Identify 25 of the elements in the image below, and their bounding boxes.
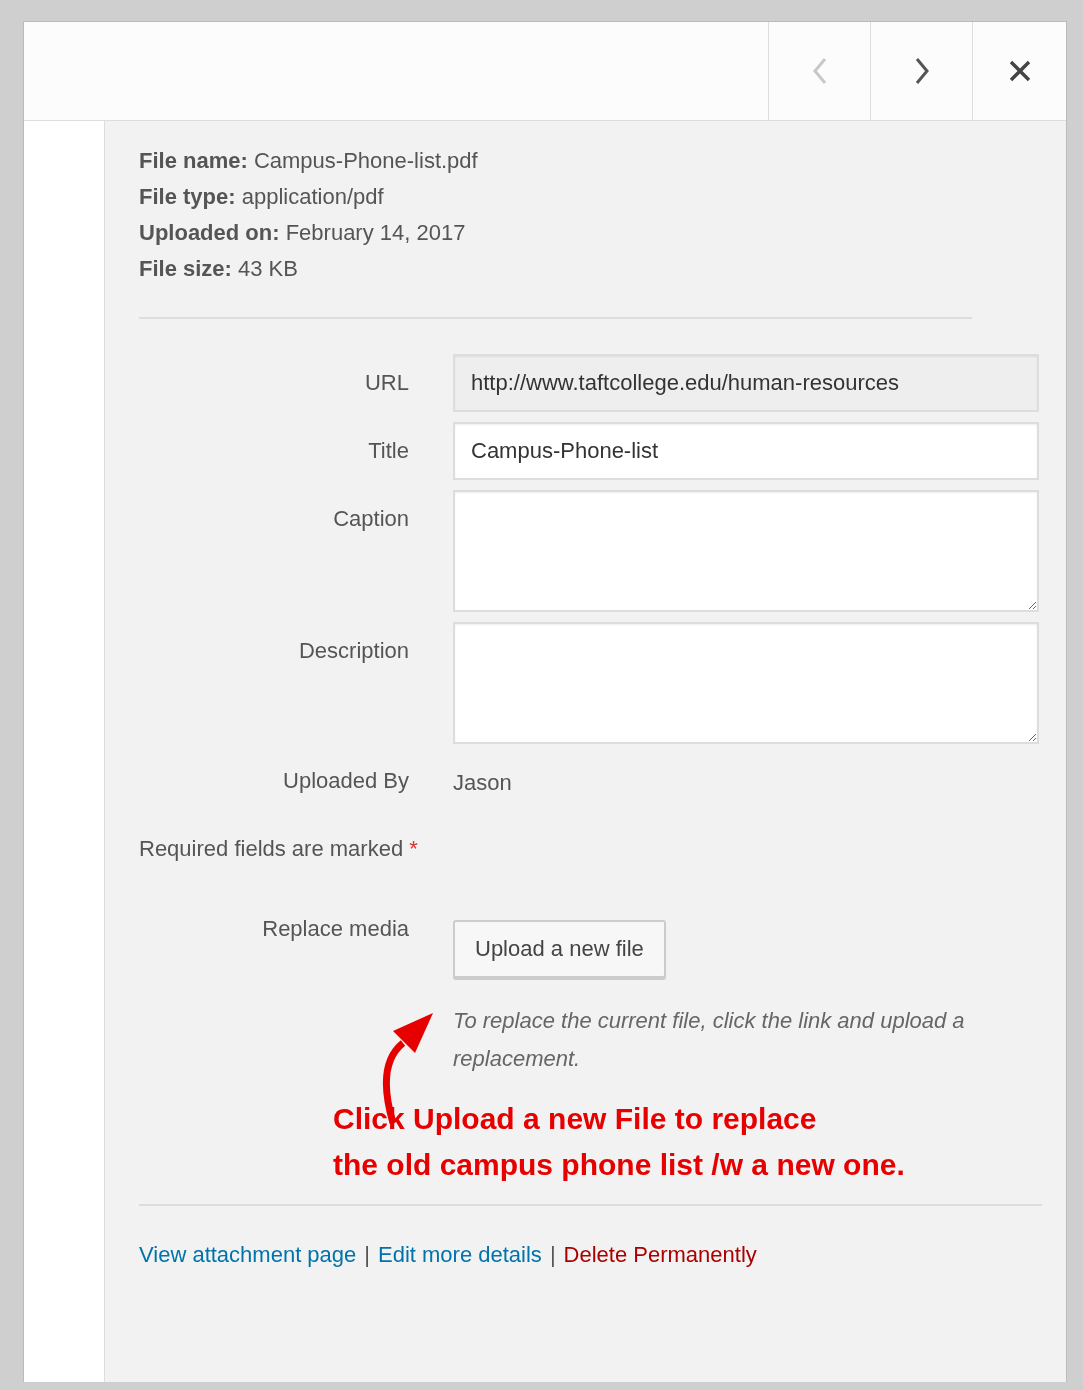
uploader-name: Jason xyxy=(453,769,512,796)
file-detail: File type: application/pdf xyxy=(139,183,384,211)
annotation-text: the old campus phone list /w a new one. xyxy=(333,1147,905,1183)
delete-link[interactable]: Delete Permanently xyxy=(563,1242,757,1268)
file-detail: Uploaded on: February 14, 2017 xyxy=(139,219,466,247)
file-detail: File size: 43 KB xyxy=(139,255,298,283)
link-separator: | xyxy=(549,1242,556,1268)
field-label: URL xyxy=(365,369,409,396)
help-text: To replace the current file, click the link and upload a replacement. xyxy=(453,1007,966,1073)
link-separator: | xyxy=(364,1242,370,1268)
field-label: Replace media xyxy=(262,915,409,943)
url-field[interactable]: http://www.taftcollege.edu/human-resources xyxy=(453,354,1039,412)
field-label: Uploaded By xyxy=(283,767,409,794)
text-link[interactable]: View attachment page xyxy=(139,1242,357,1268)
field-label: Description xyxy=(298,637,409,664)
text-area[interactable] xyxy=(453,622,1039,744)
required-note: Required fields are marked * xyxy=(139,835,418,863)
field-label: Caption xyxy=(333,505,409,532)
close-icon xyxy=(1008,60,1031,82)
field-label: Title xyxy=(368,437,409,464)
title-field[interactable]: Campus-Phone-list xyxy=(453,422,1039,480)
text-link[interactable]: Edit more details xyxy=(378,1242,542,1268)
upload-button[interactable]: Upload a new file xyxy=(453,920,666,978)
text-area[interactable] xyxy=(453,490,1039,612)
file-detail: File name: Campus-Phone-list.pdf xyxy=(139,147,478,175)
